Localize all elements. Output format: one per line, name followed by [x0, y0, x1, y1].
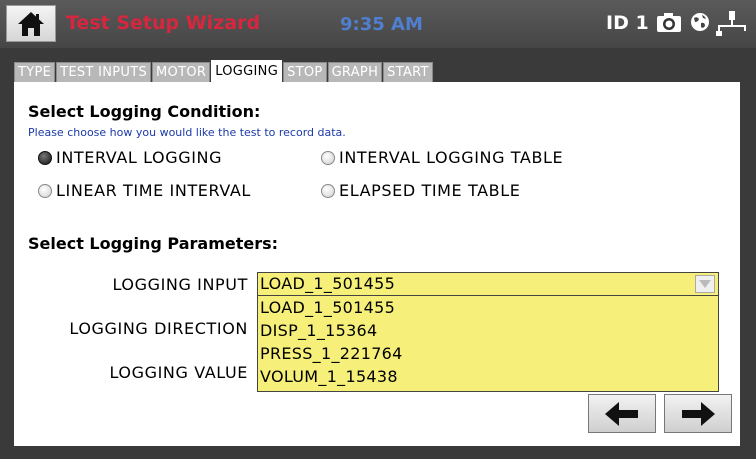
radio-unselected-icon [321, 150, 335, 165]
radio-label: INTERVAL LOGGING [56, 148, 223, 167]
tab-start[interactable]: START [383, 62, 433, 82]
clock: 9:35 AM [340, 14, 423, 35]
radio-interval-logging[interactable]: INTERVAL LOGGING [38, 148, 222, 167]
logging-input-options: LOAD_1_501455 DISP_1_15364 PRESS_1_22176… [257, 296, 719, 392]
logging-input-value: LOAD_1_501455 [260, 274, 396, 293]
radio-unselected-icon [321, 183, 335, 198]
logging-input-label: LOGGING INPUT [112, 275, 248, 294]
globe-icon[interactable] [690, 12, 710, 32]
logging-direction-label: LOGGING DIRECTION [69, 319, 248, 338]
home-icon [18, 11, 44, 36]
parameters-heading: Select Logging Parameters: [28, 234, 279, 253]
tab-type[interactable]: TYPE [14, 62, 56, 82]
tab-motor[interactable]: MOTOR [152, 62, 211, 82]
tab-stop[interactable]: STOP [283, 62, 327, 82]
condition-heading: Select Logging Condition: [28, 102, 261, 121]
tab-logging[interactable]: LOGGING [211, 60, 283, 82]
camera-icon[interactable] [656, 11, 682, 33]
condition-hint: Please choose how you would like the tes… [28, 126, 346, 139]
radio-selected-icon [38, 150, 52, 165]
radio-linear-time-interval[interactable]: LINEAR TIME INTERVAL [38, 181, 251, 200]
dropdown-arrow[interactable] [695, 275, 715, 293]
home-button[interactable] [6, 5, 56, 42]
radio-interval-logging-table[interactable]: INTERVAL LOGGING TABLE [321, 148, 563, 167]
title-bar: Test Setup Wizard 9:35 AM ID 1 [0, 0, 756, 48]
radio-elapsed-time-table[interactable]: ELAPSED TIME TABLE [321, 181, 520, 200]
station-id: ID 1 [606, 12, 649, 34]
radio-unselected-icon [38, 183, 52, 198]
network-icon[interactable] [716, 9, 748, 37]
logging-panel: Select Logging Condition: Please choose … [14, 82, 740, 446]
logging-value-label: LOGGING VALUE [109, 363, 248, 382]
back-arrow-icon [605, 401, 638, 426]
tab-test-inputs[interactable]: TEST INPUTS [56, 62, 152, 82]
back-button[interactable] [588, 394, 656, 433]
option-item[interactable]: LOAD_1_501455 [258, 296, 718, 319]
radio-label: ELAPSED TIME TABLE [339, 181, 521, 200]
radio-label: INTERVAL LOGGING TABLE [339, 148, 564, 167]
wizard-tabs: TYPE TEST INPUTS MOTOR LOGGING STOP GRAP… [14, 60, 434, 82]
option-item[interactable]: DISP_1_15364 [258, 319, 718, 342]
chevron-down-icon [699, 280, 711, 288]
app-title: Test Setup Wizard [66, 12, 261, 34]
tab-graph[interactable]: GRAPH [327, 62, 383, 82]
option-item[interactable]: VOLUM_1_15438 [258, 365, 718, 388]
logging-input-select[interactable]: LOAD_1_501455 [257, 272, 719, 296]
next-button[interactable] [664, 394, 732, 433]
next-arrow-icon [682, 401, 715, 426]
radio-label: LINEAR TIME INTERVAL [56, 181, 251, 200]
option-item[interactable]: PRESS_1_221764 [258, 342, 718, 365]
